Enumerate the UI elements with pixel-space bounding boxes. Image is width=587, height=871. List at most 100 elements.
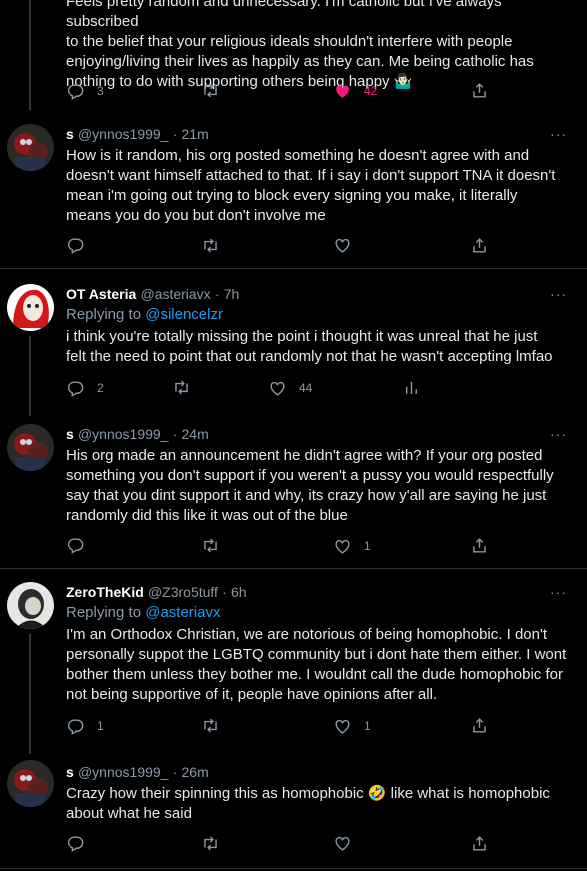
avatar[interactable] (7, 124, 54, 171)
reply-button[interactable] (66, 536, 85, 555)
reply-icon (66, 717, 85, 736)
like-button[interactable]: 1 (333, 536, 371, 556)
heart-icon (333, 537, 352, 556)
tweet-header: OT Asteria @asteriavx · 7h (66, 284, 573, 304)
share-icon (470, 716, 489, 735)
retweet-button[interactable] (172, 378, 191, 397)
tweet-6[interactable]: s @ynnos1999_ · 26m Crazy how their spin… (0, 750, 587, 868)
tweet-actions: 3 42 (66, 81, 496, 103)
timestamp[interactable]: 7h (224, 286, 240, 302)
analytics-button[interactable] (402, 378, 421, 397)
reply-icon (66, 236, 85, 255)
like-button[interactable]: 44 (268, 378, 312, 398)
display-name[interactable]: s (66, 126, 74, 142)
retweet-icon (172, 378, 191, 397)
divider (0, 268, 587, 269)
reply-icon (66, 536, 85, 555)
tweet-3[interactable]: OT Asteria @asteriavx · 7h ··· Replying … (0, 270, 587, 416)
display-name[interactable]: s (66, 764, 74, 780)
separator: · (172, 126, 178, 142)
tweet-header: s @ynnos1999_ · 24m (66, 424, 573, 444)
reply-count: 3 (97, 84, 104, 98)
more-options-icon[interactable]: ··· (550, 582, 567, 602)
timestamp[interactable]: 26m (182, 764, 209, 780)
avatar[interactable] (7, 582, 54, 629)
reply-button[interactable]: 3 (66, 81, 104, 101)
tweet-5[interactable]: ZeroTheKid @Z3ro5tuff · 6h ··· Replying … (0, 570, 587, 754)
display-name[interactable]: s (66, 426, 74, 442)
stats-icon (402, 378, 421, 397)
tweet-4[interactable]: s @ynnos1999_ · 24m ··· His org made an … (0, 410, 587, 568)
share-button[interactable] (470, 716, 489, 735)
separator: · (214, 286, 220, 302)
retweet-button[interactable] (201, 536, 220, 555)
heart-icon (333, 834, 352, 853)
thread-line (29, 0, 31, 110)
tweet-1[interactable]: Feels pretty random and unnecessary. I'm… (0, 0, 587, 110)
user-handle[interactable]: @Z3ro5tuff (148, 584, 218, 600)
retweet-icon (201, 716, 220, 735)
timestamp[interactable]: 21m (182, 126, 209, 142)
more-options-icon[interactable]: ··· (550, 284, 567, 304)
timestamp[interactable]: 24m (182, 426, 209, 442)
retweet-icon (201, 536, 220, 555)
tweet-text: Feels pretty random and unnecessary. I'm… (66, 0, 534, 90)
reply-button[interactable]: 1 (66, 716, 104, 736)
tweet-actions (66, 834, 496, 856)
share-button[interactable] (470, 81, 489, 100)
like-button[interactable]: 42 (333, 81, 377, 101)
share-icon (470, 834, 489, 853)
user-handle[interactable]: @ynnos1999_ (78, 426, 169, 442)
tweet-text: How is it random, his org posted somethi… (66, 147, 556, 224)
more-options-icon[interactable]: ··· (550, 124, 567, 144)
retweet-button[interactable] (201, 716, 220, 735)
tweet-text: Crazy how their spinning this as homopho… (66, 785, 550, 822)
heart-icon (268, 379, 287, 398)
tweet-2[interactable]: s @ynnos1999_ · 21m ··· How is it random… (0, 110, 587, 268)
retweet-button[interactable] (201, 236, 220, 255)
timestamp[interactable]: 6h (231, 584, 247, 600)
retweet-icon (201, 81, 220, 100)
reply-to-link[interactable]: @silencelzr (145, 306, 223, 323)
tweet-text: i think you're totally missing the point… (66, 328, 553, 365)
tweet-text: I'm an Orthodox Christian, we are notori… (66, 626, 567, 703)
user-handle[interactable]: @ynnos1999_ (78, 126, 169, 142)
avatar[interactable] (7, 424, 54, 471)
separator: · (172, 764, 178, 780)
like-button[interactable]: 1 (333, 716, 371, 736)
retweet-icon (201, 236, 220, 255)
like-count: 1 (364, 539, 371, 553)
tweet-text: His org made an announcement he didn't a… (66, 447, 554, 524)
share-icon (470, 236, 489, 255)
retweet-button[interactable] (201, 834, 220, 853)
user-handle[interactable]: @asteriavx (140, 286, 210, 302)
reply-to-link[interactable]: @asteriavx (145, 604, 220, 621)
reply-button[interactable] (66, 236, 85, 255)
tweet-actions: 1 1 (66, 716, 496, 738)
tweet-header: ZeroTheKid @Z3ro5tuff · 6h (66, 582, 573, 602)
display-name[interactable]: ZeroTheKid (66, 584, 144, 600)
tweet-actions: 1 (66, 536, 496, 558)
tweet-header: s @ynnos1999_ · 26m (66, 762, 573, 782)
reply-button[interactable]: 2 (66, 378, 104, 398)
reply-button[interactable] (66, 834, 85, 853)
tweet-actions: 2 44 (66, 378, 496, 400)
more-options-icon[interactable]: ··· (550, 424, 567, 444)
thread-line (29, 634, 31, 754)
heart-filled-icon (333, 82, 352, 101)
share-button[interactable] (470, 536, 489, 555)
share-button[interactable] (470, 236, 489, 255)
reply-icon (66, 834, 85, 853)
user-handle[interactable]: @ynnos1999_ (78, 764, 169, 780)
share-button[interactable] (470, 834, 489, 853)
retweet-button[interactable] (201, 81, 220, 100)
avatar[interactable] (7, 284, 54, 331)
separator: · (222, 584, 227, 600)
like-button[interactable] (333, 236, 352, 255)
reply-count: 1 (97, 719, 104, 733)
reply-icon (66, 379, 85, 398)
like-button[interactable] (333, 834, 352, 853)
avatar[interactable] (7, 760, 54, 807)
like-count: 42 (364, 84, 378, 98)
display-name[interactable]: OT Asteria (66, 286, 136, 302)
